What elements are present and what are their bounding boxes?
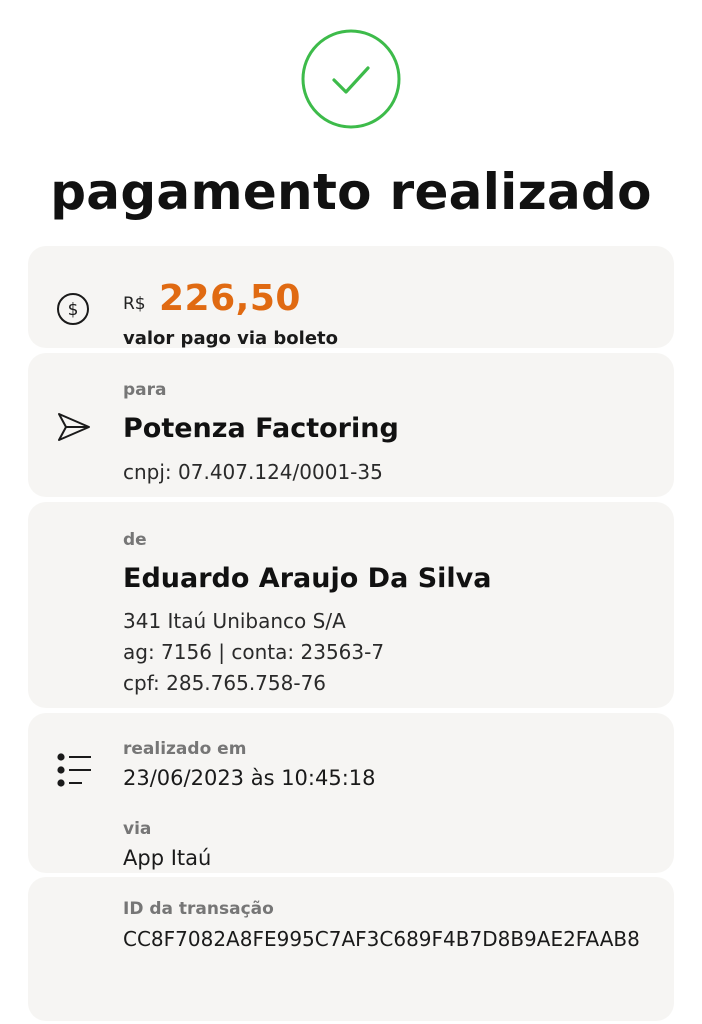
date-label: realizado em: [123, 739, 247, 759]
recipient-card: para Potenza Factoring cnpj: 07.407.124/…: [28, 353, 674, 497]
payer-card: de Eduardo Araujo Da Silva 341 Itaú Unib…: [28, 502, 674, 708]
recipient-name: Potenza Factoring: [123, 413, 399, 444]
svg-text:$: $: [68, 300, 79, 320]
payer-bank: 341 Itaú Unibanco S/A: [123, 609, 346, 633]
dollar-circle-icon: $: [56, 292, 90, 326]
amount-caption: valor pago via boleto: [123, 328, 339, 349]
transaction-label: ID da transação: [123, 899, 274, 919]
send-arrow-icon: [56, 411, 92, 443]
details-card: realizado em 23/06/2023 às 10:45:18 via …: [28, 713, 674, 873]
transaction-id: CC8F7082A8FE995C7AF3C689F4B7D8B9AE2FAAB8: [123, 927, 640, 951]
payer-document: cpf: 285.765.758-76: [123, 671, 327, 695]
date-value: 23/06/2023 às 10:45:18: [123, 766, 376, 790]
channel-value: App Itaú: [123, 846, 212, 870]
recipient-label: para: [123, 380, 167, 400]
check-circle-icon: [300, 28, 402, 130]
payer-name: Eduardo Araujo Da Silva: [123, 563, 492, 594]
amount-value: 226,50: [159, 278, 301, 319]
amount-card: $ R$ 226,50 valor pago via boleto: [28, 246, 674, 349]
list-icon: [56, 753, 92, 787]
channel-label: via: [123, 819, 152, 839]
page-title: pagamento realizado: [50, 163, 652, 221]
recipient-document: cnpj: 07.407.124/0001-35: [123, 460, 383, 484]
currency-symbol: R$: [123, 294, 146, 314]
payer-label: de: [123, 530, 147, 550]
transaction-card: ID da transação CC8F7082A8FE995C7AF3C689…: [28, 877, 674, 1021]
payer-account: ag: 7156 | conta: 23563-7: [123, 640, 385, 664]
